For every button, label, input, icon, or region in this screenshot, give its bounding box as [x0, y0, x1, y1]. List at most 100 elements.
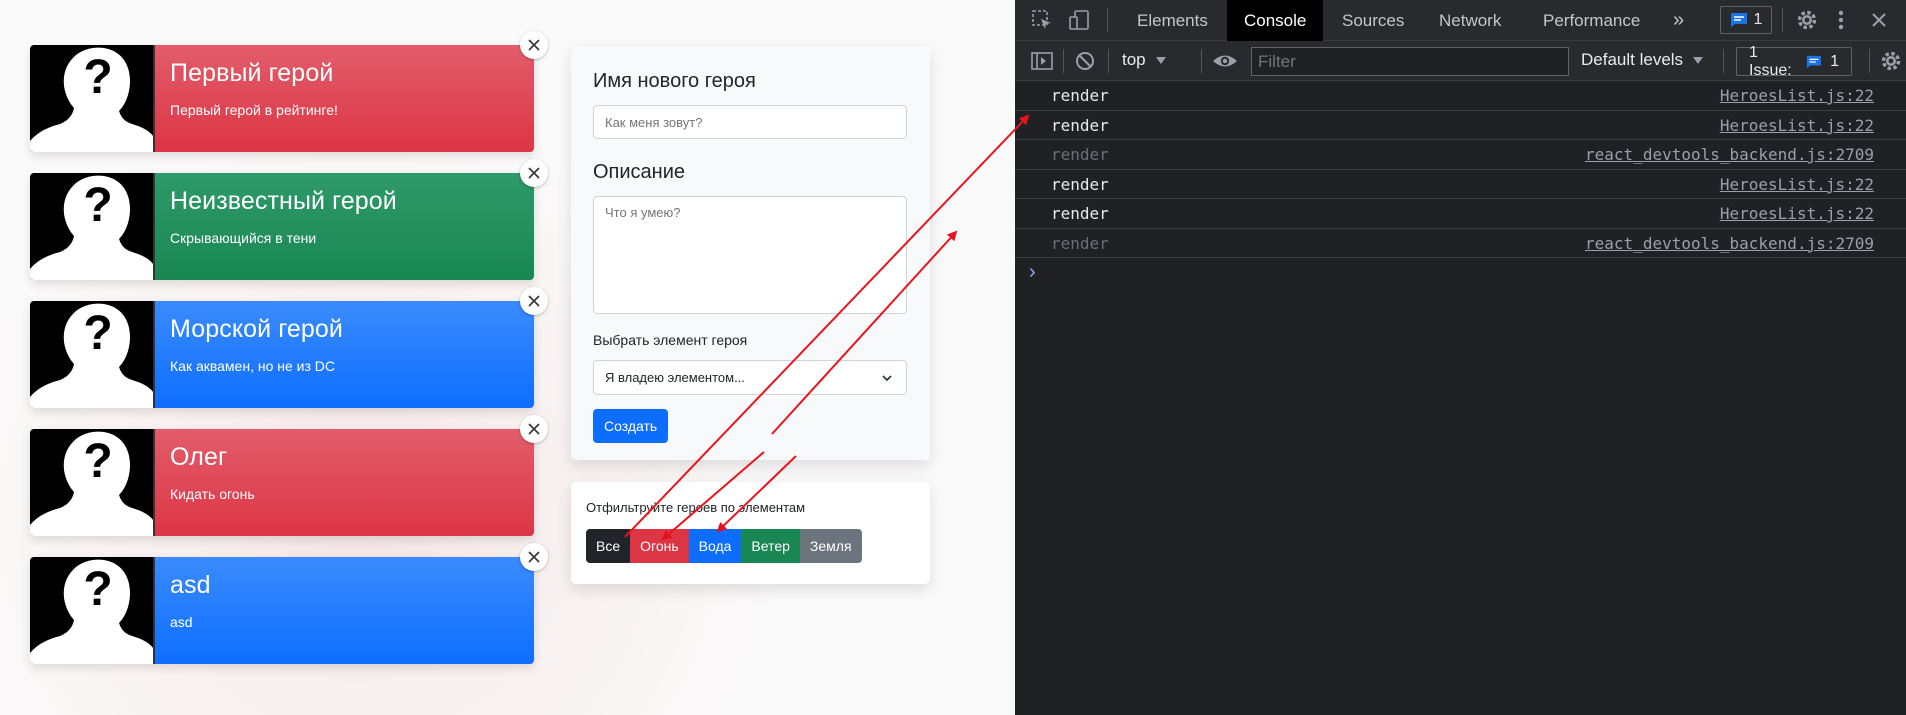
hero-description: Кидать огонь — [170, 486, 255, 502]
log-source-link[interactable]: react_devtools_backend.js:2709 — [1585, 145, 1874, 164]
console-prompt-icon[interactable]: › — [1029, 261, 1036, 284]
svg-text:?: ? — [83, 307, 112, 360]
filter-water-button[interactable]: Вода — [688, 529, 742, 563]
description-label: Описание — [593, 161, 686, 183]
hero-name: Олег — [170, 443, 228, 471]
context-selector[interactable]: top — [1122, 50, 1167, 70]
toolbar-divider — [1723, 49, 1724, 73]
close-devtools-icon[interactable] — [1871, 12, 1887, 28]
svg-text:?: ? — [83, 51, 112, 104]
toolbar-divider — [1107, 8, 1108, 32]
toolbar-divider — [1869, 49, 1870, 73]
delete-hero-button[interactable] — [520, 159, 548, 187]
kebab-menu-icon[interactable] — [1836, 9, 1846, 31]
tab-performance[interactable]: Performance — [1543, 0, 1640, 41]
hero-card: ? Олег Кидать огонь — [30, 415, 548, 536]
more-tabs-icon[interactable]: » — [1673, 0, 1684, 41]
messages-count: 1 — [1753, 11, 1763, 28]
console-log-row: render HeroesList.js:22 — [1015, 170, 1906, 199]
filter-earth-button[interactable]: Земля — [799, 529, 862, 563]
hero-body: Олег Кидать огонь — [155, 429, 534, 536]
console-log-row: render react_devtools_backend.js:2709 — [1015, 140, 1906, 170]
show-sidebar-icon[interactable] — [1031, 51, 1053, 71]
hero-body: Первый герой Первый герой в рейтинге! — [155, 45, 534, 152]
element-label: Выбрать элемент героя — [593, 332, 748, 348]
chevron-down-icon — [882, 375, 892, 382]
issues-button[interactable]: 1 Issue: 1 — [1736, 44, 1852, 79]
log-source-link[interactable]: react_devtools_backend.js:2709 — [1585, 234, 1874, 253]
hero-card: ? Неизвестный герой Скрывающийся в тени — [30, 159, 548, 280]
tab-elements[interactable]: Elements — [1137, 0, 1208, 41]
console-filter-input[interactable] — [1251, 47, 1569, 76]
console-settings-gear-icon[interactable] — [1880, 50, 1902, 72]
log-message: render — [1051, 233, 1109, 253]
filter-all-button[interactable]: Все — [586, 529, 631, 563]
hero-body: Неизвестный герой Скрывающийся в тени — [155, 173, 534, 280]
tab-console[interactable]: Console — [1227, 0, 1324, 41]
delete-hero-button[interactable] — [520, 287, 548, 315]
log-message: render — [1051, 145, 1109, 164]
messages-badge[interactable]: 1 — [1720, 6, 1772, 34]
hero-description-input[interactable] — [593, 196, 907, 314]
element-select[interactable]: Я владею элементом... — [593, 360, 907, 395]
hero-card: ? Морской герой Как аквамен, но не из DC — [30, 287, 548, 408]
heroes-app: ? Первый герой Первый герой в рейтинге! … — [0, 0, 1015, 715]
hero-body: asd asd — [155, 557, 534, 664]
hero-avatar: ? — [30, 429, 155, 536]
log-source-link[interactable]: HeroesList.js:22 — [1720, 86, 1874, 105]
toolbar-divider — [1782, 8, 1783, 32]
delete-hero-button[interactable] — [520, 415, 548, 443]
log-source-link[interactable]: HeroesList.js:22 — [1720, 175, 1874, 194]
devtools-tab-bar: Elements Console Sources Network Perform… — [1015, 0, 1906, 41]
hero-card: ? asd asd — [30, 543, 548, 664]
hero-name: Первый герой — [170, 59, 334, 87]
console-log-row: render HeroesList.js:22 — [1015, 199, 1906, 229]
filter-wind-button[interactable]: Ветер — [741, 529, 800, 563]
close-icon — [528, 167, 540, 179]
hero-avatar: ? — [30, 301, 155, 408]
triangle-down-icon — [1155, 57, 1166, 64]
console-log-row: render HeroesList.js:22 — [1015, 111, 1906, 140]
inspect-element-icon[interactable] — [1031, 9, 1053, 31]
hero-body: Морской герой Как аквамен, но не из DC — [155, 301, 534, 408]
tab-sources[interactable]: Sources — [1342, 0, 1404, 41]
hero-description: asd — [170, 614, 193, 630]
triangle-down-icon — [1693, 57, 1704, 64]
toolbar-divider — [1063, 49, 1064, 73]
log-message: render — [1051, 204, 1109, 223]
clear-console-icon[interactable] — [1075, 51, 1095, 71]
hero-name: asd — [170, 571, 211, 599]
devtools-panel: Elements Console Sources Network Perform… — [1015, 0, 1906, 715]
hero-avatar: ? — [30, 557, 155, 664]
add-hero-form: Имя нового героя Описание Выбрать элемен… — [571, 46, 930, 460]
hero-name-input[interactable] — [593, 105, 907, 139]
filter-title: Отфильтруйте героев по элементам — [586, 500, 806, 515]
element-select-value: Я владею элементом... — [605, 370, 745, 385]
log-levels-value: Default levels — [1581, 50, 1684, 69]
create-hero-button[interactable]: Создать — [593, 409, 669, 443]
delete-hero-button[interactable] — [520, 543, 548, 571]
live-expression-eye-icon[interactable] — [1212, 52, 1238, 70]
filter-fire-button[interactable]: Огонь — [630, 529, 689, 563]
console-log-list: render HeroesList.js:22 render HeroesLis… — [1015, 81, 1906, 258]
context-value: top — [1122, 50, 1146, 69]
log-message: render — [1051, 174, 1109, 194]
log-levels-dropdown[interactable]: Default levels — [1581, 50, 1704, 70]
hero-card: ? Первый герой Первый герой в рейтинге! — [30, 31, 548, 152]
element-filter-panel: Отфильтруйте героев по элементам Все Ого… — [571, 482, 930, 584]
svg-text:?: ? — [83, 179, 112, 232]
tab-network[interactable]: Network — [1439, 0, 1501, 41]
svg-text:?: ? — [83, 435, 112, 488]
delete-hero-button[interactable] — [520, 31, 548, 59]
hero-name: Морской герой — [170, 315, 343, 343]
message-icon — [1807, 55, 1822, 68]
close-icon — [528, 551, 540, 563]
hero-description: Первый герой в рейтинге! — [170, 102, 338, 118]
settings-gear-icon[interactable] — [1796, 9, 1818, 31]
hero-description: Скрывающийся в тени — [170, 230, 317, 246]
svg-text:?: ? — [83, 563, 112, 616]
log-source-link[interactable]: HeroesList.js:22 — [1720, 204, 1874, 223]
device-toolbar-icon[interactable] — [1068, 9, 1090, 31]
log-source-link[interactable]: HeroesList.js:22 — [1720, 116, 1874, 135]
close-icon — [528, 39, 540, 51]
